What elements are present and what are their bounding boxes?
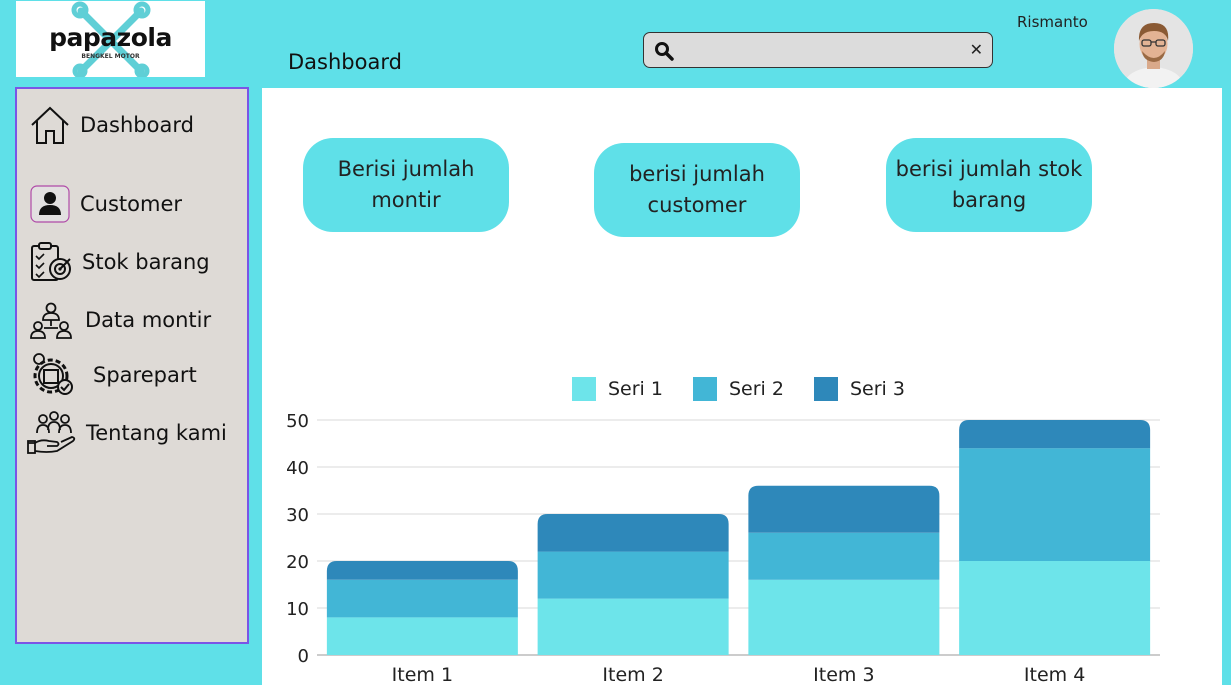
user-icon [30,185,70,223]
bar-segment-seri-3 [537,514,729,552]
y-tick-label: 50 [286,411,309,432]
sidebar-item-stok-barang[interactable]: Stok barang [29,241,210,283]
search-bar: ✕ [643,32,993,68]
logo-subtitle: BENGKEL MOTOR [81,53,140,60]
bar-segment-seri-1 [959,561,1151,655]
gear-box-icon [33,353,73,395]
sidebar-item-label: Stok barang [82,250,210,274]
y-tick-label: 30 [286,505,309,526]
sidebar-item-label: Data montir [85,308,212,332]
avatar-photo [1114,9,1193,88]
bar-segment-seri-2 [537,551,729,599]
sidebar-item-label: Customer [80,192,183,216]
y-tick-label: 40 [286,458,309,479]
checklist-target-icon [31,242,71,281]
clear-search-icon[interactable]: ✕ [970,40,983,60]
hand-people-icon [27,411,76,454]
search-icon [655,42,674,61]
x-tick-label: Item 1 [392,664,453,685]
bar-segment-seri-2 [959,448,1151,561]
search-input[interactable] [680,37,970,63]
y-tick-label: 20 [286,552,309,573]
home-icon [31,106,69,144]
sidebar: Dashboard Customer Stok barang Data mont… [15,87,249,644]
sidebar-item-label: Tentang kami [86,421,227,445]
bar-segment-seri-3 [748,485,940,533]
sidebar-item-dashboard[interactable]: Dashboard [29,104,194,146]
page-title: Dashboard [288,50,402,74]
y-tick-label: 10 [286,599,309,620]
sidebar-item-label: Dashboard [80,113,194,137]
x-tick-label: Item 4 [1024,664,1085,685]
bar-segment-seri-1 [537,598,729,655]
sidebar-item-tentang-kami[interactable]: Tentang kami [27,411,227,455]
sidebar-item-label: Sparepart [93,363,197,387]
bar-segment-seri-1 [748,579,940,655]
bar-segment-seri-2 [326,579,518,618]
bar-segment-seri-2 [748,532,940,580]
stacked-bar-chart: 0 10 20 30 40 50 Item 1 Item 2 Item 3 Item 4 [286,411,1160,685]
user-name: Rismanto [1017,13,1088,31]
bar-segment-seri-3 [959,420,1151,449]
bar-segment-seri-3 [326,561,518,580]
sidebar-item-sparepart[interactable]: Sparepart [29,351,197,399]
sidebar-item-data-montir[interactable]: Data montir [30,300,211,340]
sidebar-item-customer[interactable]: Customer [30,185,182,223]
logo-name: papazola [49,23,172,52]
y-tick-label: 0 [298,646,309,667]
team-icon [30,302,72,339]
x-tick-label: Item 2 [602,664,663,685]
app-logo[interactable]: papazola BENGKEL MOTOR [16,1,205,77]
main-content: Berisi jumlah montir berisi jumlah custo… [262,88,1222,685]
bar-segment-seri-1 [326,617,518,655]
x-tick-label: Item 3 [813,664,874,685]
user-avatar[interactable] [1114,9,1193,88]
